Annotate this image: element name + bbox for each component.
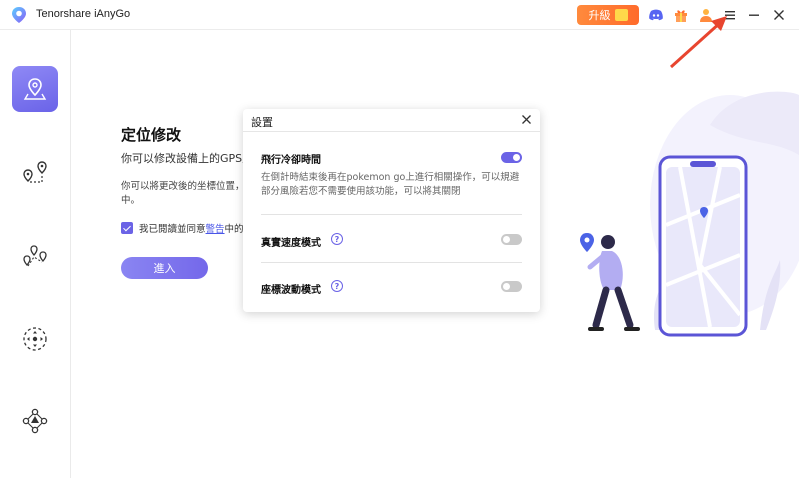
page-title: 定位修改: [121, 126, 182, 144]
sidebar-item-multi-spot-move[interactable]: [12, 234, 58, 280]
page-description: 你可以修改設備上的GPS定: [121, 152, 254, 165]
multi-pins-route-icon: [23, 245, 47, 267]
dialog-close-icon[interactable]: [520, 113, 533, 126]
agreement-text: 我已閱讀並同意警告中的內: [139, 221, 253, 235]
network-nodes-icon: [22, 408, 48, 434]
close-window-icon[interactable]: [770, 6, 788, 24]
sidebar-item-gpx-import[interactable]: [12, 398, 58, 444]
setting-label-coordinate-fluctuation: 座標波動模式: [261, 285, 321, 296]
setting-label-real-speed: 真實速度模式: [261, 238, 321, 249]
sidebar-item-change-location[interactable]: [12, 66, 58, 112]
map-pin-icon: [23, 78, 47, 100]
warning-link[interactable]: 警告: [206, 224, 225, 235]
phone-map-illustration: [580, 91, 799, 337]
app-logo-icon: [12, 7, 26, 23]
page-description-secondary: 你可以將更改後的坐標位置，應 中。: [121, 180, 254, 208]
sidebar: [0, 30, 71, 478]
enter-button[interactable]: 進入: [121, 257, 208, 279]
joystick-icon: [23, 327, 47, 351]
annotation-arrow-icon: [669, 16, 727, 69]
settings-dialog: 設置 飛行冷卻時間 在倒計時結束後再在pokemon go上進行相關操作，可以規…: [243, 109, 540, 312]
toggle-coordinate-fluctuation[interactable]: [501, 281, 522, 292]
upgrade-label: 升級: [588, 9, 611, 22]
upgrade-button[interactable]: 升級: [577, 5, 639, 25]
dialog-title: 設置: [251, 116, 273, 129]
two-pins-route-icon: [23, 161, 47, 183]
description-line-2: 中。: [121, 195, 141, 206]
description-line-1: 你可以將更改後的坐標位置，應: [121, 181, 255, 192]
dialog-header: 設置: [243, 109, 540, 132]
sidebar-item-two-spot-move[interactable]: [12, 150, 58, 196]
help-icon[interactable]: ?: [331, 280, 343, 292]
setting-description-cooldown: 在倒計時結束後再在pokemon go上進行相關操作，可以規避部分風險若您不需要…: [261, 172, 520, 197]
app-title: Tenorshare iAnyGo: [36, 8, 131, 20]
agree-checkbox[interactable]: [121, 222, 133, 234]
agreement-prefix: 我已閱讀並同意: [139, 224, 206, 235]
agreement-row: 我已閱讀並同意警告中的內: [121, 221, 253, 235]
sidebar-item-joystick-move[interactable]: [12, 316, 58, 362]
minimize-icon[interactable]: [745, 6, 763, 24]
toggle-real-speed[interactable]: [501, 234, 522, 245]
discord-icon[interactable]: [648, 7, 664, 23]
divider: [261, 214, 522, 215]
crown-icon: [614, 9, 628, 21]
setting-label-cooldown: 飛行冷卻時間: [261, 155, 321, 166]
divider: [261, 262, 522, 263]
help-icon[interactable]: ?: [331, 233, 343, 245]
toggle-cooldown[interactable]: [501, 152, 522, 163]
